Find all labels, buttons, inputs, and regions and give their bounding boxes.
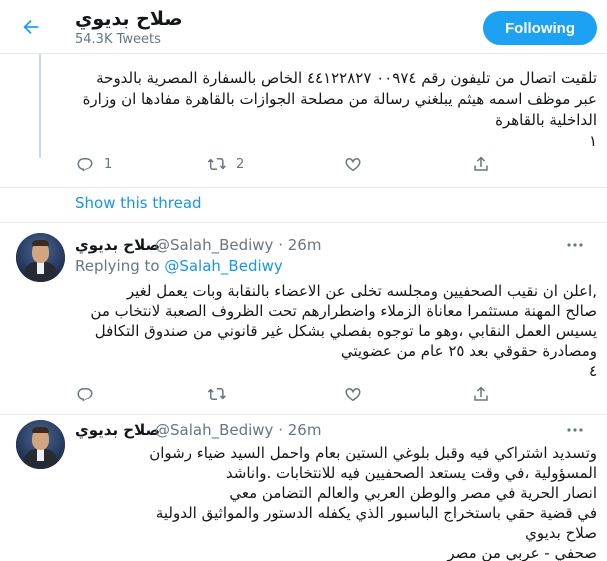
tweet-line: ١ — [588, 132, 597, 150]
avatar[interactable] — [16, 420, 65, 469]
reply-button[interactable]: 1 — [76, 155, 208, 173]
reply-button[interactable] — [76, 385, 208, 403]
avatar[interactable] — [16, 233, 65, 282]
retweet-icon — [208, 388, 226, 400]
tweet-count: 54.3K Tweets — [75, 32, 161, 47]
share-button[interactable] — [472, 155, 490, 173]
divider — [0, 222, 607, 223]
like-button[interactable] — [344, 385, 472, 403]
tweet-line: وتسديد اشتراكي فيه وقبل بلوغي الستين بعا… — [149, 444, 597, 462]
tweet-line: ومصادرة حقوقي بعد ٢٥ عام من عضويتي — [340, 342, 597, 360]
tweet-line: الداخلية بالقاهرة — [495, 111, 597, 129]
profile-header: صلاح بديوي 54.3K Tweets Following — [0, 0, 607, 54]
reply-icon — [77, 388, 93, 402]
replying-prefix: Replying to — [75, 257, 165, 275]
more-button[interactable] — [564, 421, 586, 439]
reply-icon — [77, 158, 93, 172]
tweet-line: صلاح بديوي — [525, 524, 597, 542]
tweet-line: انصار الحرية في مصر والوطن العربي والعال… — [229, 484, 597, 502]
tweet-line: صالح المهنة مستثمرا معاناة الزملاء واضطر… — [90, 302, 597, 320]
like-button[interactable] — [344, 155, 472, 173]
retweet-button[interactable]: 2 — [208, 155, 344, 173]
arrow-left-icon — [23, 19, 39, 35]
thread-connector — [39, 54, 41, 158]
replying-to-link[interactable]: @Salah_Bediwy — [164, 257, 282, 275]
tweet-line: يسيس العمل النقابي ،وهو ما توجوه بفصلي ب… — [94, 322, 597, 340]
share-icon — [474, 386, 488, 401]
reply-count: 1 — [104, 156, 113, 172]
tweet-line: ,اعلن ان نقيب الصحفيين ومجلسه تخلى عن ال… — [126, 282, 597, 300]
tweet-text: تلقيت اتصال من تليفون رقم ٠٠٩٧٤ ٤٤١٢٢٨٢٧… — [72, 68, 597, 152]
share-icon — [474, 156, 488, 171]
tweet-line: عبر موظف اسمه هيثم يبلغني رسالة من مصلحة… — [82, 90, 597, 108]
retweet-icon — [208, 158, 226, 170]
display-name[interactable]: صلاح بديوي — [75, 421, 160, 439]
retweet-button[interactable] — [208, 385, 344, 403]
tweet-line: ٤ — [588, 362, 597, 380]
profile-name: صلاح بديوي — [75, 8, 183, 30]
divider — [0, 187, 607, 188]
handle-timestamp[interactable]: @Salah_Bediwy · 26m — [155, 421, 321, 439]
like-icon — [345, 158, 361, 172]
more-icon — [567, 243, 583, 247]
handle-timestamp[interactable]: @Salah_Bediwy · 26m — [155, 236, 321, 254]
display-name[interactable]: صلاح بديوي — [75, 236, 160, 254]
tweet-text: ,اعلن ان نقيب الصحفيين ومجلسه تخلى عن ال… — [72, 281, 597, 381]
like-icon — [345, 388, 361, 402]
tweet-line: صحفي - عربي من مصر — [447, 544, 597, 561]
more-button[interactable] — [564, 236, 586, 254]
retweet-count: 2 — [236, 156, 245, 172]
tweet-actions — [76, 385, 490, 403]
divider — [0, 414, 607, 415]
tweet-line: في قضية حقي باستخراج الباسبور الذي يكفله… — [155, 504, 597, 522]
following-button[interactable]: Following — [483, 11, 597, 45]
tweet-actions: 1 2 — [76, 155, 490, 173]
tweet-line: المسؤولية ،في وقت يستعد الصحفيين فيه للا… — [225, 464, 597, 482]
back-button[interactable] — [12, 8, 50, 46]
replying-to: Replying to @Salah_Bediwy — [75, 257, 283, 275]
show-thread-link[interactable]: Show this thread — [75, 194, 202, 212]
tweet-line: تلقيت اتصال من تليفون رقم ٠٠٩٧٤ ٤٤١٢٢٨٢٧… — [96, 69, 597, 87]
share-button[interactable] — [472, 385, 490, 403]
tweet-text: وتسديد اشتراكي فيه وقبل بلوغي الستين بعا… — [72, 443, 597, 561]
more-icon — [567, 428, 583, 432]
